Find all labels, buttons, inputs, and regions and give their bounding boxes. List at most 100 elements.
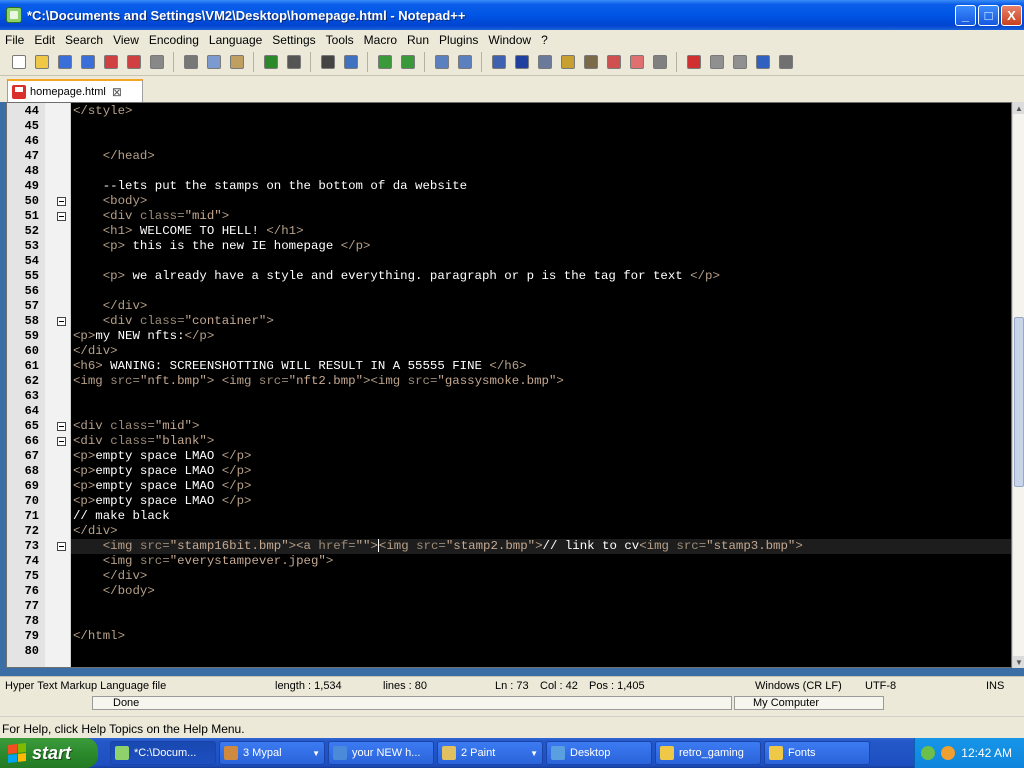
open-file-icon[interactable] [31, 52, 52, 73]
code-text[interactable]: </body> [73, 584, 155, 599]
copy-icon[interactable] [203, 52, 224, 73]
code-line[interactable]: 63 [7, 389, 1011, 404]
menu-help[interactable]: ? [536, 33, 553, 47]
code-text[interactable]: <div class="container"> [73, 314, 274, 329]
indent-guide-icon[interactable] [534, 52, 555, 73]
code-text[interactable]: <div class="mid"> [73, 419, 199, 434]
close-icon[interactable] [100, 52, 121, 73]
code-line[interactable]: 65 <div class="mid"> [7, 419, 1011, 434]
menu-macro[interactable]: Macro [359, 33, 402, 47]
menu-view[interactable]: View [108, 33, 144, 47]
tab-homepage[interactable]: homepage.html ⊠ [7, 79, 143, 102]
clock[interactable]: 12:42 AM [961, 746, 1012, 760]
menu-language[interactable]: Language [204, 33, 267, 47]
save-macro-icon[interactable] [775, 52, 796, 73]
folder-workspace-icon[interactable] [626, 52, 647, 73]
menu-edit[interactable]: Edit [29, 33, 60, 47]
code-text[interactable]: <p> we already have a style and everythi… [73, 269, 720, 284]
code-line[interactable]: 46 [7, 134, 1011, 149]
code-line[interactable]: 52 <h1> WELCOME TO HELL! </h1> [7, 224, 1011, 239]
taskbar-task[interactable]: 2 Paint ▼ [437, 741, 543, 765]
code-line[interactable]: 60 </div> [7, 344, 1011, 359]
code-line[interactable]: 74 <img src="everystampever.jpeg"> [7, 554, 1011, 569]
fold-collapse-icon[interactable] [57, 197, 66, 206]
start-button[interactable]: start [0, 738, 98, 768]
scroll-up-icon[interactable]: ▲ [1013, 102, 1024, 114]
function-list-icon[interactable] [603, 52, 624, 73]
code-line[interactable]: 66 <div class="blank"> [7, 434, 1011, 449]
code-line[interactable]: 47 </head> [7, 149, 1011, 164]
code-line[interactable]: 68 <p>empty space LMAO </p> [7, 464, 1011, 479]
monitor-icon[interactable] [649, 52, 670, 73]
taskbar-task[interactable]: Desktop [546, 741, 652, 765]
code-text[interactable]: </html> [73, 629, 125, 644]
code-line[interactable]: 54 [7, 254, 1011, 269]
fold-collapse-icon[interactable] [57, 422, 66, 431]
code-text[interactable]: <div class="mid"> [73, 209, 229, 224]
code-line[interactable]: 61 <h6> WANING: SCREENSHOTTING WILL RESUL… [7, 359, 1011, 374]
code-line[interactable]: 67 <p>empty space LMAO </p> [7, 449, 1011, 464]
doc-map-icon[interactable] [580, 52, 601, 73]
menu-file[interactable]: File [0, 33, 29, 47]
title-bar[interactable]: *C:\Documents and Settings\VM2\Desktop\h… [0, 0, 1024, 30]
code-text[interactable]: <p>my NEW nfts:</p> [73, 329, 214, 344]
code-line[interactable]: 78 [7, 614, 1011, 629]
menu-run[interactable]: Run [402, 33, 434, 47]
redo-icon[interactable] [283, 52, 304, 73]
show-all-chars-icon[interactable] [511, 52, 532, 73]
play-macro-icon[interactable] [729, 52, 750, 73]
code-line[interactable]: 48 [7, 164, 1011, 179]
user-lang-icon[interactable] [557, 52, 578, 73]
status-eol[interactable]: Windows (CR LF) [755, 680, 842, 692]
code-line[interactable]: 55 <p> we already have a style and every… [7, 269, 1011, 284]
code-line[interactable]: 80 [7, 644, 1011, 659]
code-text[interactable]: <img src="stamp16bit.bmp"><a href=""><im… [73, 539, 803, 554]
fold-collapse-icon[interactable] [57, 437, 66, 446]
find-icon[interactable] [317, 52, 338, 73]
taskbar-task[interactable]: retro_gaming [655, 741, 761, 765]
code-lines[interactable]: 44 </style> 45 46 47 </head> 48 49 --lets put … [7, 104, 1011, 659]
code-text[interactable]: </div> [73, 299, 148, 314]
code-text[interactable]: </head> [73, 149, 155, 164]
code-line[interactable]: 49 --lets put the stamps on the bottom o… [7, 179, 1011, 194]
sync-v-icon[interactable] [431, 52, 452, 73]
fold-collapse-icon[interactable] [57, 317, 66, 326]
code-line[interactable]: 71 // make black [7, 509, 1011, 524]
fold-collapse-icon[interactable] [57, 542, 66, 551]
save-all-icon[interactable] [77, 52, 98, 73]
menu-tools[interactable]: Tools [321, 33, 359, 47]
code-line[interactable]: 70 <p>empty space LMAO </p> [7, 494, 1011, 509]
code-line[interactable]: 45 [7, 119, 1011, 134]
status-insert-mode[interactable]: INS [986, 680, 1004, 692]
code-text[interactable]: <body> [73, 194, 148, 209]
code-line[interactable]: 77 [7, 599, 1011, 614]
undo-icon[interactable] [260, 52, 281, 73]
code-text[interactable]: <p>empty space LMAO </p> [73, 449, 251, 464]
code-text[interactable]: <p> this is the new IE homepage </p> [73, 239, 371, 254]
close-button[interactable]: X [1001, 5, 1022, 26]
code-text[interactable]: <p>empty space LMAO </p> [73, 464, 251, 479]
zoom-out-icon[interactable] [397, 52, 418, 73]
print-icon[interactable] [146, 52, 167, 73]
scroll-down-icon[interactable]: ▼ [1013, 656, 1024, 668]
code-line[interactable]: 72 </div> [7, 524, 1011, 539]
code-line-current[interactable]: 73 <img src="stamp16bit.bmp"><a href="">… [7, 539, 1011, 554]
code-text[interactable]: <h1> WELCOME TO HELL! </h1> [73, 224, 304, 239]
record-macro-icon[interactable] [683, 52, 704, 73]
taskbar-task[interactable]: Fonts [764, 741, 870, 765]
search-tray-icon[interactable] [941, 746, 956, 760]
code-text[interactable]: <div class="blank"> [73, 434, 214, 449]
cut-icon[interactable] [180, 52, 201, 73]
code-text[interactable]: --lets put the stamps on the bottom of d… [73, 179, 467, 194]
word-wrap-icon[interactable] [488, 52, 509, 73]
stop-macro-icon[interactable] [706, 52, 727, 73]
sync-h-icon[interactable] [454, 52, 475, 73]
menu-settings[interactable]: Settings [267, 33, 320, 47]
zoom-in-icon[interactable] [374, 52, 395, 73]
code-line[interactable]: 59 <p>my NEW nfts:</p> [7, 329, 1011, 344]
menu-window[interactable]: Window [483, 33, 536, 47]
status-encoding[interactable]: UTF-8 [865, 680, 896, 692]
code-line[interactable]: 76 </body> [7, 584, 1011, 599]
code-text[interactable]: <p>empty space LMAO </p> [73, 494, 251, 509]
code-line[interactable]: 53 <p> this is the new IE homepage </p> [7, 239, 1011, 254]
